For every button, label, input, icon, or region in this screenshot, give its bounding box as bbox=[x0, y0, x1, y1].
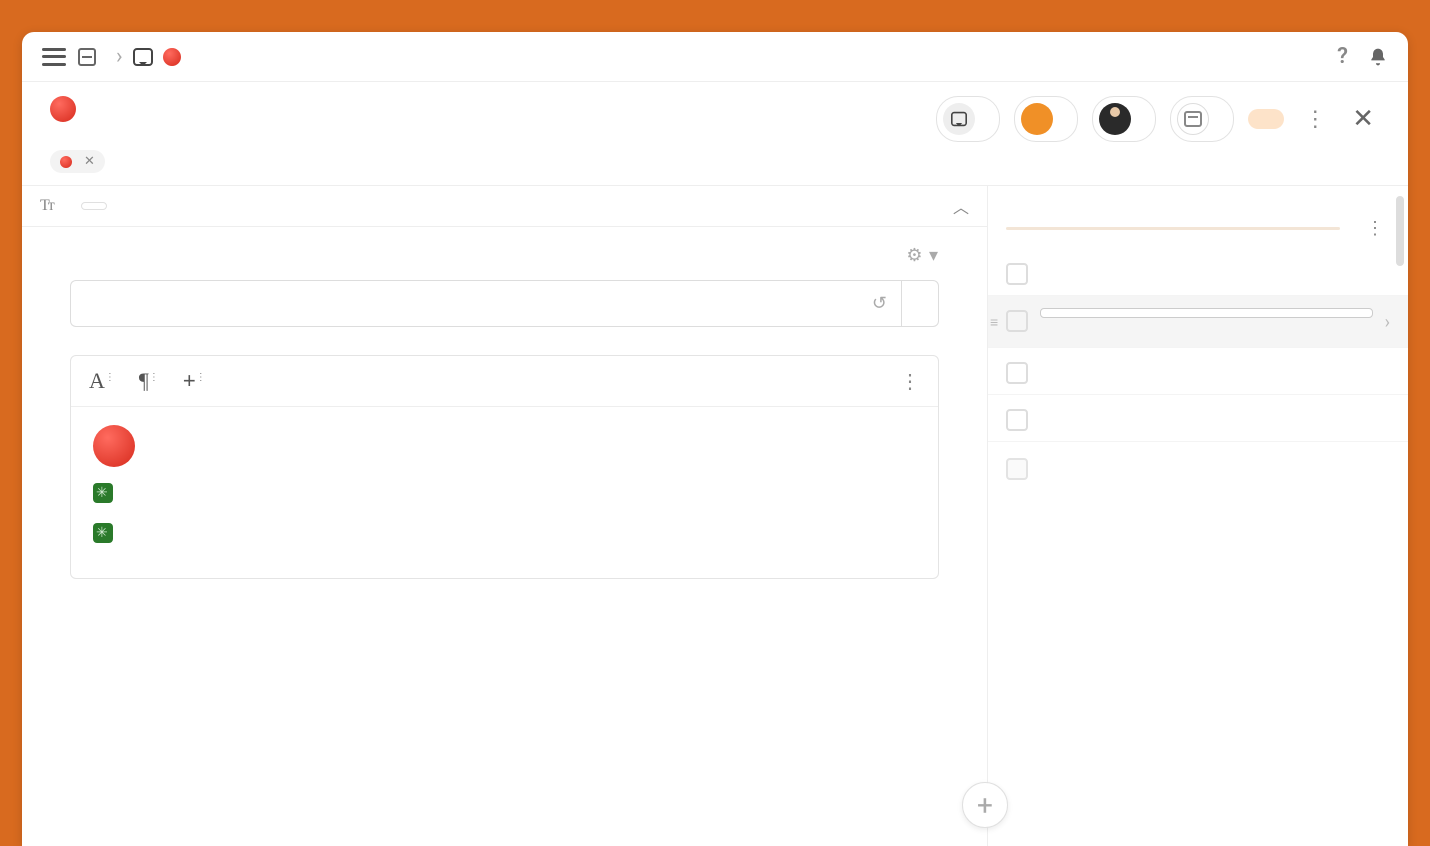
task-item[interactable] bbox=[988, 249, 1408, 296]
red-circle-icon bbox=[163, 48, 181, 66]
progress-bar bbox=[1006, 227, 1340, 230]
task-meta bbox=[1040, 265, 1390, 280]
task-list: › bbox=[988, 249, 1408, 846]
owner-avatar bbox=[1099, 103, 1131, 135]
task-item[interactable] bbox=[988, 395, 1408, 442]
progress-row: ⋮ bbox=[988, 212, 1408, 249]
workspace-avatar bbox=[1021, 103, 1053, 135]
task-item[interactable]: › bbox=[988, 296, 1408, 348]
webinar-icon bbox=[943, 103, 975, 135]
header-row: ⋮ ✕ bbox=[22, 82, 1408, 148]
progress-menu-icon[interactable]: ⋮ bbox=[1360, 218, 1390, 239]
date-pill[interactable] bbox=[1170, 96, 1234, 142]
task-checkbox[interactable] bbox=[1006, 362, 1028, 384]
close-icon[interactable]: ✕ bbox=[1346, 104, 1380, 134]
task-meta bbox=[1040, 364, 1390, 379]
topbar: › ? bbox=[22, 32, 1408, 82]
task-checkbox[interactable] bbox=[1006, 310, 1028, 332]
doc-more-icon[interactable]: ⋮ bbox=[900, 369, 920, 393]
remove-tag-icon[interactable]: ✕ bbox=[84, 154, 95, 169]
font-size-tool[interactable]: A bbox=[89, 368, 105, 394]
headline-label: ⚙ ▾ bbox=[70, 245, 939, 266]
history-icon[interactable]: ↺ bbox=[872, 293, 887, 314]
task-checkbox[interactable] bbox=[1006, 263, 1028, 285]
app-frame: › ? bbox=[22, 32, 1408, 846]
doc-paragraph bbox=[93, 519, 916, 545]
insert-tool[interactable] bbox=[183, 368, 196, 394]
collapse-icon[interactable]: ︿ bbox=[953, 194, 969, 218]
task-title-input[interactable] bbox=[1040, 308, 1373, 318]
tags-row: ✕ bbox=[22, 148, 1408, 185]
document-card: A ¶ ⋮ bbox=[70, 355, 939, 579]
tag-chip[interactable]: ✕ bbox=[50, 150, 105, 173]
task-meta bbox=[1040, 411, 1390, 426]
task-item[interactable] bbox=[988, 348, 1408, 395]
task-meta bbox=[1040, 322, 1373, 337]
doc-content[interactable] bbox=[71, 407, 938, 578]
doc-toolbar: A ¶ ⋮ bbox=[71, 356, 938, 407]
scrollbar[interactable] bbox=[1396, 196, 1404, 266]
paragraph-tool[interactable]: ¶ bbox=[139, 368, 149, 394]
side-tabs bbox=[988, 186, 1408, 212]
doc-paragraph bbox=[93, 479, 916, 505]
gear-icon[interactable]: ⚙ ▾ bbox=[906, 245, 939, 266]
tab-tasks[interactable] bbox=[1053, 196, 1073, 204]
notifications-icon[interactable] bbox=[1368, 46, 1388, 68]
editor-pane: Tᴛ ︿ ⚙ ▾ ↺ bbox=[22, 186, 988, 846]
task-checkbox bbox=[1006, 458, 1028, 480]
headline-preview-pill[interactable] bbox=[81, 202, 107, 210]
side-pane: ⋮ › bbox=[988, 186, 1408, 846]
page-title bbox=[50, 96, 86, 122]
add-button[interactable]: + bbox=[962, 782, 1008, 828]
sparkle-icon bbox=[93, 523, 113, 543]
help-icon[interactable]: ? bbox=[1337, 44, 1348, 69]
editor-body: ⚙ ▾ ↺ A ¶ ⋮ bbox=[22, 227, 987, 597]
new-task-row[interactable] bbox=[988, 442, 1408, 494]
sparkle-icon bbox=[93, 483, 113, 503]
menu-icon[interactable] bbox=[42, 48, 66, 66]
calendar-icon bbox=[1177, 103, 1209, 135]
chat-icon bbox=[133, 48, 153, 66]
breadcrumb-separator: › bbox=[116, 44, 123, 69]
workspace-pill[interactable] bbox=[1014, 96, 1078, 142]
red-circle-icon bbox=[60, 156, 72, 168]
title-block bbox=[50, 96, 86, 130]
task-checkbox[interactable] bbox=[1006, 409, 1028, 431]
tab-discussion[interactable] bbox=[1188, 196, 1208, 204]
red-circle-icon bbox=[50, 96, 76, 122]
owner-pill[interactable] bbox=[1092, 96, 1156, 142]
tab-contributors[interactable] bbox=[1323, 196, 1343, 204]
content-row: Tᴛ ︿ ⚙ ▾ ↺ bbox=[22, 185, 1408, 846]
headline-row: ↺ bbox=[70, 280, 939, 327]
editor-bar: Tᴛ ︿ bbox=[22, 186, 987, 227]
chevron-right-icon[interactable]: › bbox=[1385, 312, 1390, 333]
headline-input[interactable]: ↺ bbox=[70, 280, 901, 327]
breadcrumb: › bbox=[78, 44, 191, 69]
more-menu-icon[interactable]: ⋮ bbox=[1298, 107, 1332, 132]
red-circle-icon bbox=[93, 425, 135, 467]
content-type-pill[interactable] bbox=[936, 96, 1000, 142]
meta-row: ⋮ ✕ bbox=[936, 96, 1380, 142]
doc-heading bbox=[93, 425, 916, 467]
topbar-actions: ? bbox=[1337, 44, 1388, 69]
calendar-icon bbox=[78, 48, 96, 66]
analyze-button[interactable] bbox=[901, 280, 939, 327]
text-editor-icon: Tᴛ bbox=[40, 197, 53, 215]
status-badge[interactable] bbox=[1248, 109, 1284, 129]
